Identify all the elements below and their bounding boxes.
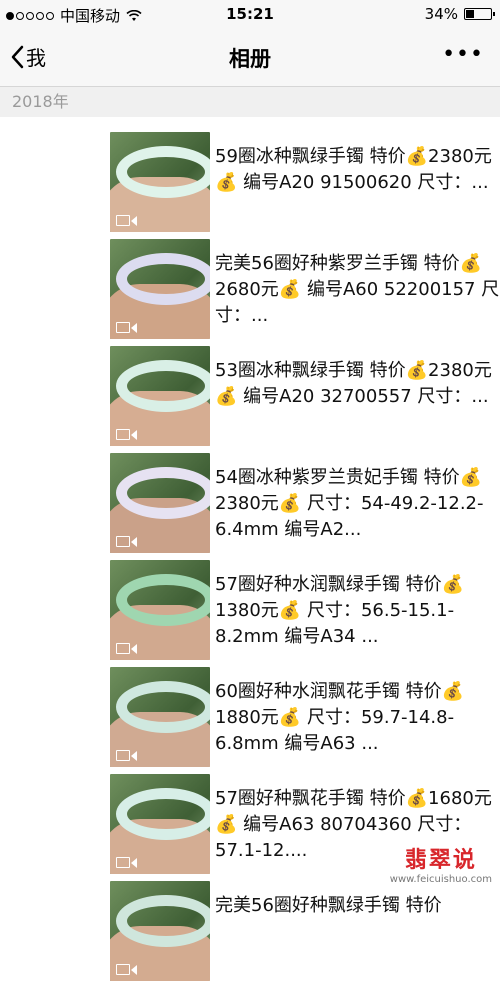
navigation-bar: 我 相册 ••• [0,28,500,87]
bangle-image [116,895,210,947]
battery-icon [464,8,495,20]
bangle-image [116,788,210,840]
bangle-image [116,681,210,733]
video-thumbnail[interactable] [110,132,210,232]
bangle-image [116,360,210,412]
status-bar: 中国移动 15:21 34% [0,0,500,28]
album-item[interactable]: 完美56圈好种紫罗兰手镯 特价💰2680元💰 编号A60 52200157 尺寸… [110,239,500,339]
video-icon [116,215,137,226]
video-thumbnail[interactable] [110,560,210,660]
item-caption: 57圈好种水润飘绿手镯 特价💰1380元💰 尺寸：56.5-15.1-8.2mm… [215,574,465,647]
album-item[interactable]: 60圈好种水润飘花手镯 特价💰1880元💰 尺寸：59.7-14.8-6.8mm… [110,667,500,767]
video-icon [116,964,137,975]
bangle-image [116,253,210,305]
album-item[interactable]: 57圈好种水润飘绿手镯 特价💰1380元💰 尺寸：56.5-15.1-8.2mm… [110,560,500,660]
album-item[interactable]: 54圈冰种紫罗兰贵妃手镯 特价💰2380元💰 尺寸：54-49.2-12.2-6… [110,453,500,553]
video-icon [116,536,137,547]
watermark-url: www.feicuishuo.com [389,874,492,885]
video-thumbnail[interactable] [110,881,210,981]
back-label: 我 [26,46,46,70]
watermark-title: 翡翠说 [404,848,477,873]
video-icon [116,857,137,868]
item-caption: 60圈好种水润飘花手镯 特价💰1880元💰 尺寸：59.7-14.8-6.8mm… [215,681,465,754]
bangle-image [116,146,210,198]
chevron-left-icon [11,45,24,68]
item-caption: 53圈冰种飘绿手镯 特价💰2380元💰 编号A20 32700557 尺寸：..… [215,360,492,407]
album-item[interactable]: 53圈冰种飘绿手镯 特价💰2380元💰 编号A20 32700557 尺寸：..… [110,346,500,446]
video-icon [116,322,137,333]
more-button[interactable]: ••• [442,42,484,67]
watermark: 翡翠说 www.feicuishuo.com [390,842,492,885]
item-caption: 完美56圈好种飘绿手镯 特价 [215,895,442,916]
video-icon [116,429,137,440]
video-thumbnail[interactable] [110,239,210,339]
video-thumbnail[interactable] [110,453,210,553]
video-thumbnail[interactable] [110,774,210,874]
video-thumbnail[interactable] [110,346,210,446]
item-caption: 54圈冰种紫罗兰贵妃手镯 特价💰2380元💰 尺寸：54-49.2-12.2-6… [215,467,484,540]
album-item[interactable]: 59圈冰种飘绿手镯 特价💰2380元💰 编号A20 91500620 尺寸：..… [110,132,500,232]
item-caption: 59圈冰种飘绿手镯 特价💰2380元💰 编号A20 91500620 尺寸：..… [215,146,492,193]
battery-percentage: 34% [424,5,458,23]
item-caption: 完美56圈好种紫罗兰手镯 特价💰2680元💰 编号A60 52200157 尺寸… [215,253,500,326]
battery-group: 34% [424,5,495,23]
year-header: 2018年 [0,87,500,117]
bangle-image [116,467,210,519]
back-button[interactable]: 我 [10,42,46,71]
page-title: 相册 [229,47,271,71]
video-icon [116,643,137,654]
video-icon [116,750,137,761]
video-thumbnail[interactable] [110,667,210,767]
bangle-image [116,574,210,626]
album-item[interactable]: 完美56圈好种飘绿手镯 特价 [110,881,500,981]
